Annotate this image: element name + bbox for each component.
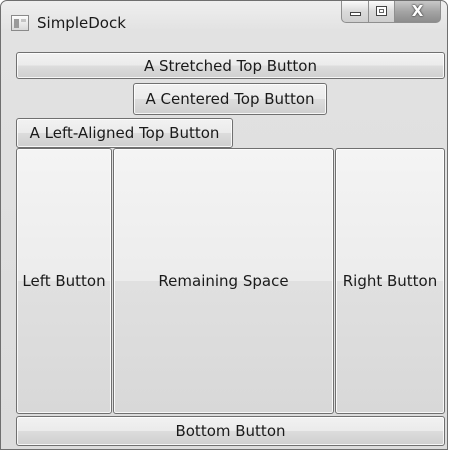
right-button[interactable]: Right Button (335, 148, 445, 414)
stretched-top-button[interactable]: A Stretched Top Button (16, 52, 445, 79)
maximize-button[interactable] (369, 1, 395, 23)
close-icon: X (411, 2, 424, 20)
window-title: SimpleDock (37, 14, 126, 32)
title-bar[interactable]: SimpleDock X (1, 1, 447, 49)
left-button[interactable]: Left Button (16, 148, 112, 414)
left-aligned-top-button[interactable]: A Left-Aligned Top Button (16, 118, 233, 148)
maximize-icon (376, 6, 387, 16)
centered-top-button[interactable]: A Centered Top Button (133, 83, 327, 115)
minimize-button[interactable] (341, 1, 369, 23)
bottom-button[interactable]: Bottom Button (16, 416, 445, 446)
minimize-icon (350, 12, 361, 16)
app-icon[interactable] (11, 15, 29, 31)
caption-buttons: X (341, 1, 441, 23)
close-button[interactable]: X (395, 1, 441, 23)
remaining-space-button[interactable]: Remaining Space (113, 148, 334, 414)
